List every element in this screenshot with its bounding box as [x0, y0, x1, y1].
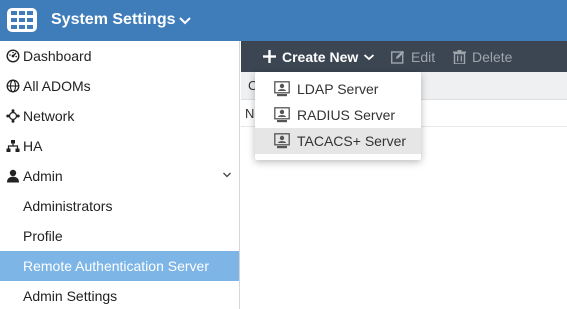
module-title: System Settings	[51, 11, 176, 28]
menu-item-label: LDAP Server	[297, 81, 379, 97]
sidebar-item-profile[interactable]: Profile	[0, 221, 239, 251]
chevron-down-icon	[179, 17, 192, 25]
delete-button[interactable]: Delete	[453, 41, 512, 72]
sidebar-item-label: HA	[23, 138, 43, 154]
sidebar-item-label: Network	[23, 108, 75, 124]
server-user-icon	[274, 107, 290, 123]
dashboard-icon	[6, 49, 20, 63]
sidebar-item-label: Profile	[23, 228, 63, 244]
chevron-down-icon[interactable]	[222, 170, 232, 180]
module-switcher[interactable]: System Settings	[51, 11, 192, 29]
menu-item-label: RADIUS Server	[297, 107, 396, 123]
sidebar-item-label: Remote Authentication Server	[23, 258, 209, 274]
create-new-button[interactable]: Create New	[263, 41, 375, 72]
menu-item-tacacs-server[interactable]: TACACS+ Server	[255, 128, 421, 154]
server-user-icon	[274, 81, 290, 97]
chevron-down-icon	[364, 53, 375, 60]
menu-item-label: TACACS+ Server	[297, 133, 407, 149]
ha-icon	[6, 139, 20, 153]
menu-item-ldap-server[interactable]: LDAP Server	[255, 76, 421, 102]
create-new-dropdown: LDAP Server RADIUS Server TACACS+ Server	[255, 72, 421, 160]
sidebar-item-ha[interactable]: HA	[0, 131, 239, 161]
edit-icon	[391, 50, 405, 64]
delete-label: Delete	[472, 48, 513, 65]
sidebar-item-dashboard[interactable]: Dashboard	[0, 41, 239, 71]
plus-icon	[263, 50, 276, 63]
globe-icon	[6, 79, 20, 93]
top-header: System Settings	[0, 0, 567, 41]
menu-item-radius-server[interactable]: RADIUS Server	[255, 102, 421, 128]
edit-button[interactable]: Edit	[391, 41, 435, 72]
trash-icon	[453, 49, 466, 64]
sidebar-item-administrators[interactable]: Administrators	[0, 191, 239, 221]
edit-label: Edit	[411, 48, 436, 65]
sidebar-item-label: Admin	[23, 168, 63, 184]
network-icon	[6, 109, 20, 123]
table-cell: N	[245, 106, 255, 121]
sidebar-item-label: Dashboard	[23, 48, 92, 64]
sidebar-item-admin[interactable]: Admin	[0, 161, 239, 191]
sidebar-item-all-adoms[interactable]: All ADOMs	[0, 71, 239, 101]
sidebar-item-remote-auth-server[interactable]: Remote Authentication Server	[0, 251, 239, 281]
sidebar-item-network[interactable]: Network	[0, 101, 239, 131]
sidebar-item-admin-settings[interactable]: Admin Settings	[0, 281, 239, 309]
sidebar-item-label: Admin Settings	[23, 288, 118, 304]
user-icon	[6, 169, 20, 183]
create-new-label: Create New	[282, 48, 359, 65]
server-user-icon	[274, 133, 290, 149]
toolbar: Create New Edit Delete	[241, 41, 567, 72]
app-logo-icon[interactable]	[7, 8, 37, 32]
sidebar-item-label: All ADOMs	[23, 78, 91, 94]
sidebar-item-label: Administrators	[23, 198, 113, 214]
sidebar: Dashboard All ADOMs Network HA Admin Adm…	[0, 41, 240, 309]
